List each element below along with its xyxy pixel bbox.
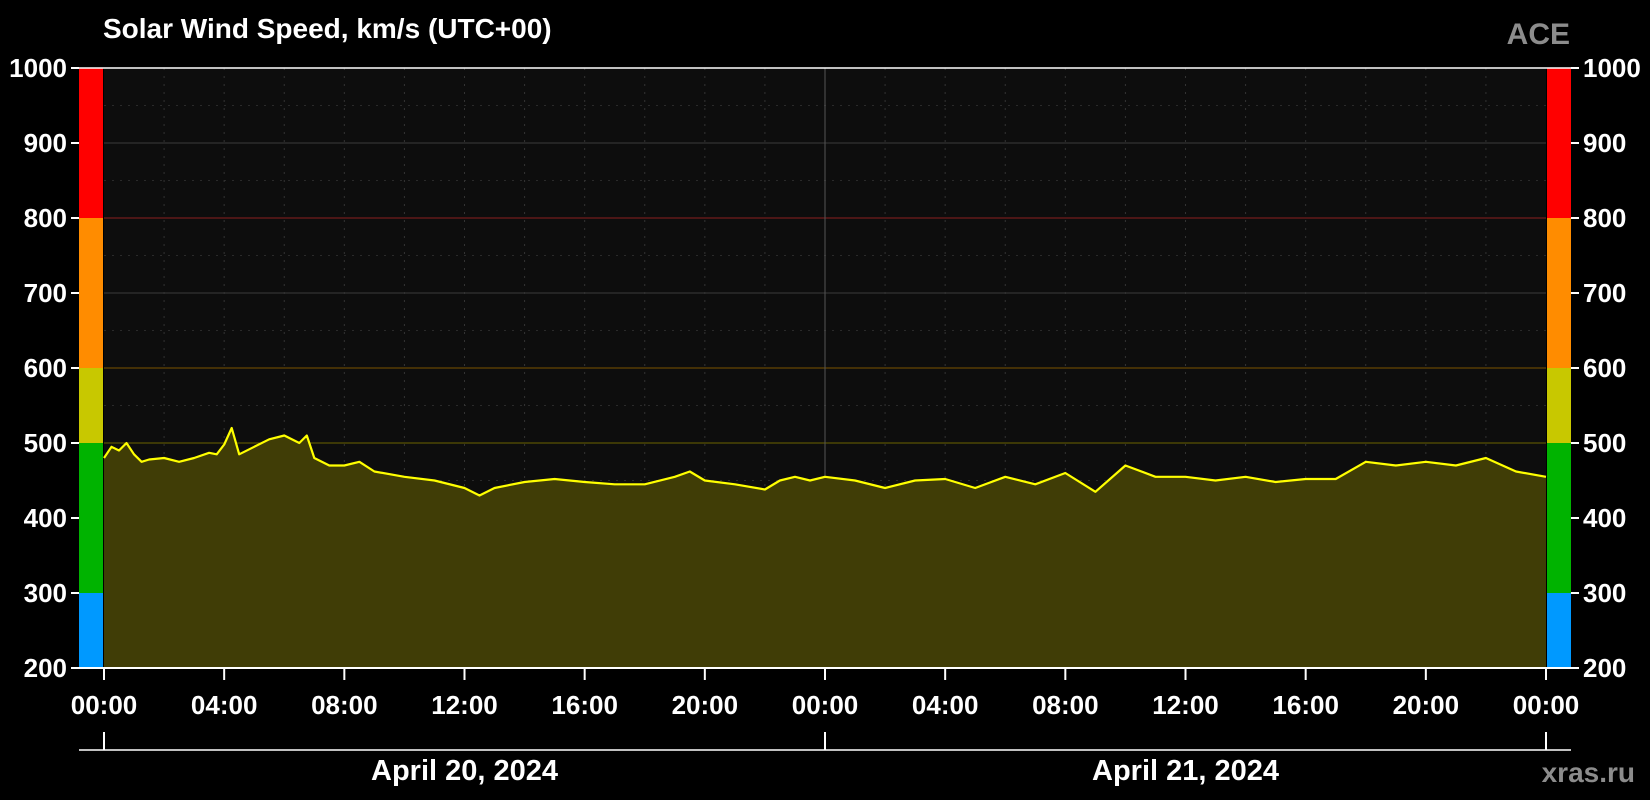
chart-title: Solar Wind Speed, km/s (UTC+00) (103, 13, 552, 44)
y-tick-label-left: 600 (24, 353, 67, 383)
level-band-left (79, 368, 103, 443)
y-tick-label-right: 800 (1583, 203, 1626, 233)
level-band-left (79, 68, 103, 218)
y-tick-label-right: 400 (1583, 503, 1626, 533)
y-tick-label-left: 500 (24, 428, 67, 458)
y-tick-label-left: 700 (24, 278, 67, 308)
x-tick-label: 20:00 (672, 690, 739, 720)
x-tick-label: 16:00 (1272, 690, 1339, 720)
source-label: ACE (1507, 18, 1570, 51)
y-tick-label-right: 700 (1583, 278, 1626, 308)
level-band-right (1547, 443, 1571, 593)
level-band-left (79, 218, 103, 368)
x-tick-label: 00:00 (1513, 690, 1580, 720)
x-tick-label: 20:00 (1393, 690, 1460, 720)
x-tick-label: 04:00 (191, 690, 258, 720)
level-band-right (1547, 68, 1571, 218)
date-axis (79, 732, 1571, 751)
x-tick-label: 12:00 (1152, 690, 1219, 720)
x-tick-label: 04:00 (912, 690, 979, 720)
level-band-left (79, 443, 103, 593)
y-tick-label-right: 900 (1583, 128, 1626, 158)
y-tick-label-right: 300 (1583, 578, 1626, 608)
level-band-right (1547, 593, 1571, 668)
y-tick-label-left: 1000 (9, 53, 67, 83)
x-tick-label: 12:00 (431, 690, 498, 720)
solar-wind-chart: Solar Wind Speed, km/s (UTC+00) ACE 200 2… (9, 13, 1641, 788)
y-tick-label-left: 900 (24, 128, 67, 158)
level-band-right (1547, 368, 1571, 443)
level-band-right (1547, 218, 1571, 368)
y-tick-label-right: 600 (1583, 353, 1626, 383)
y-tick-label-right: 200 (1583, 653, 1626, 683)
x-tick-label: 08:00 (1032, 690, 1099, 720)
y-tick-label-left: 300 (24, 578, 67, 608)
y-tick-label-left: 400 (24, 503, 67, 533)
date-label-2: April 21, 2024 (1092, 755, 1279, 787)
x-tick-label: 00:00 (71, 690, 138, 720)
y-tick-label-right: 500 (1583, 428, 1626, 458)
x-tick-label: 00:00 (792, 690, 859, 720)
level-band-left (79, 593, 103, 668)
x-tick-labels: 00:00 04:00 08:00 12:00 16:00 20:00 00:00 04:00… (71, 668, 1580, 720)
credit-label: xras.ru (1542, 757, 1635, 788)
y-tick-label-left: 200 (24, 653, 67, 683)
y-tick-label-right: 1000 (1583, 53, 1641, 83)
x-tick-label: 16:00 (551, 690, 618, 720)
y-tick-label-left: 800 (24, 203, 67, 233)
x-tick-label: 08:00 (311, 690, 378, 720)
date-label-1: April 20, 2024 (371, 755, 558, 787)
